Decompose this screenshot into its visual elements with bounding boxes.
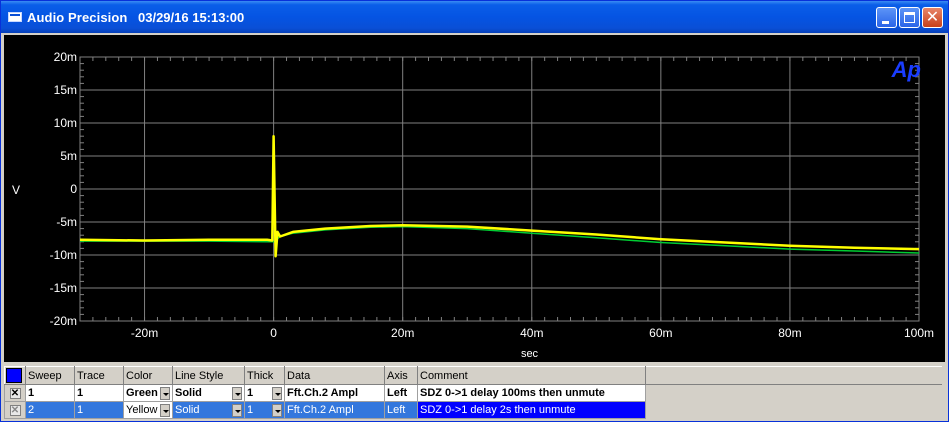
legend-sweep[interactable]: 1 (25, 384, 75, 402)
checkbox-x-icon[interactable]: ✕ (9, 388, 21, 399)
legend-data[interactable]: Fft.Ch.2 Ampl (284, 401, 385, 419)
dropdown-arrow-icon[interactable] (232, 403, 242, 417)
legend-data[interactable]: Fft.Ch.2 Ampl (284, 384, 385, 402)
legend-line-style-value: Solid (175, 404, 200, 416)
legend-row[interactable]: ✕ 2 1 Yellow Solid 1 Fft.Ch.2 Ampl Left … (4, 401, 942, 419)
chart-svg: -20m 0 20m 40m 60m 80m 100m 20m 15m 10m 5m 0 -5m -10m… (12, 50, 934, 360)
legend-line-style[interactable]: Solid (172, 401, 245, 419)
legend-trace[interactable]: 1 (74, 384, 124, 402)
legend-row-checkbox[interactable]: ✕ (4, 384, 26, 402)
legend-thick-value: 1 (247, 404, 254, 416)
legend-filler (645, 384, 942, 402)
y-tick-label: -5m (56, 215, 77, 229)
legend-line-style[interactable]: Solid (172, 384, 245, 402)
legend-thick[interactable]: 1 (244, 384, 285, 402)
header-sweep[interactable]: Sweep (25, 366, 75, 385)
header-filler (645, 366, 942, 385)
legend-axis[interactable]: Left (384, 401, 418, 419)
legend-thick-value: 1 (247, 387, 254, 399)
x-tick-label: 0 (270, 326, 277, 340)
legend-axis[interactable]: Left (384, 384, 418, 402)
maximize-icon (904, 12, 915, 23)
legend-comment[interactable]: SDZ 0->1 delay 100ms then unmute (417, 384, 646, 402)
minimize-icon (882, 21, 889, 24)
x-tick-label: 40m (520, 326, 543, 340)
y-tick-label: -10m (50, 248, 77, 262)
dropdown-arrow-icon[interactable] (160, 403, 170, 417)
minimize-button[interactable] (876, 7, 897, 28)
legend-line-style-value: Solid (175, 387, 202, 399)
maximize-button[interactable] (899, 7, 920, 28)
blue-square-icon (6, 368, 22, 383)
legend-color-value: Yellow (126, 404, 158, 416)
title-datetime: 03/29/16 15:13:00 (138, 10, 245, 25)
dropdown-arrow-icon[interactable] (272, 386, 282, 400)
y-axis-label: V (12, 183, 20, 197)
legend-filler (645, 401, 942, 419)
close-icon: ✕ (925, 7, 940, 26)
dropdown-arrow-icon[interactable] (272, 403, 282, 417)
header-line-style[interactable]: Line Style (172, 366, 245, 385)
y-tick-label: 0 (70, 182, 77, 196)
legend-comment[interactable]: SDZ 0->1 delay 2s then unmute (417, 401, 646, 419)
title-bar[interactable]: Audio Precision 03/29/16 15:13:00 ✕ (1, 1, 948, 33)
y-tick-label: 15m (54, 83, 77, 97)
app-title: Audio Precision (27, 10, 128, 25)
y-tick-label: 10m (54, 116, 77, 130)
x-tick-label: 80m (778, 326, 801, 340)
x-tick-label: 100m (904, 326, 934, 340)
legend-trace[interactable]: 1 (74, 401, 124, 419)
y-tick-label: 20m (54, 50, 77, 64)
x-tick-label: 60m (649, 326, 672, 340)
legend-color-value: Green (126, 387, 158, 399)
header-trace[interactable]: Trace (74, 366, 124, 385)
header-axis[interactable]: Axis (384, 366, 418, 385)
header-comment[interactable]: Comment (417, 366, 646, 385)
y-tick-label: -20m (50, 314, 77, 328)
close-button[interactable]: ✕ (922, 7, 943, 28)
header-color[interactable]: Color (123, 366, 173, 385)
dropdown-arrow-icon[interactable] (232, 386, 242, 400)
trace-legend-table: Sweep Trace Color Line Style Thick Data … (4, 364, 945, 421)
legend-corner-selector[interactable] (4, 366, 26, 385)
plot-area[interactable]: -20m 0 20m 40m 60m 80m 100m 20m 15m 10m 5m 0 -5m -10m… (4, 35, 945, 362)
y-tick-label: 5m (60, 149, 77, 163)
legend-header-row: Sweep Trace Color Line Style Thick Data … (4, 366, 942, 385)
y-tick-label: -15m (50, 281, 77, 295)
x-tick-label: -20m (131, 326, 158, 340)
app-window: Audio Precision 03/29/16 15:13:00 ✕ -20m… (0, 0, 949, 422)
legend-color[interactable]: Green (123, 384, 173, 402)
x-axis-label: sec (521, 348, 539, 360)
legend-thick[interactable]: 1 (244, 401, 285, 419)
header-data[interactable]: Data (284, 366, 385, 385)
legend-row[interactable]: ✕ 1 1 Green Solid 1 Fft.Ch.2 Ampl Left S… (4, 384, 942, 402)
checkbox-x-icon[interactable]: ✕ (9, 405, 21, 416)
legend-sweep[interactable]: 2 (25, 401, 75, 419)
header-thick[interactable]: Thick (244, 366, 285, 385)
legend-color[interactable]: Yellow (123, 401, 173, 419)
legend-row-checkbox[interactable]: ✕ (4, 401, 26, 419)
x-tick-label: 20m (391, 326, 414, 340)
app-window-icon[interactable] (8, 12, 22, 22)
dropdown-arrow-icon[interactable] (160, 386, 170, 400)
ap-logo: Ap (891, 57, 921, 82)
